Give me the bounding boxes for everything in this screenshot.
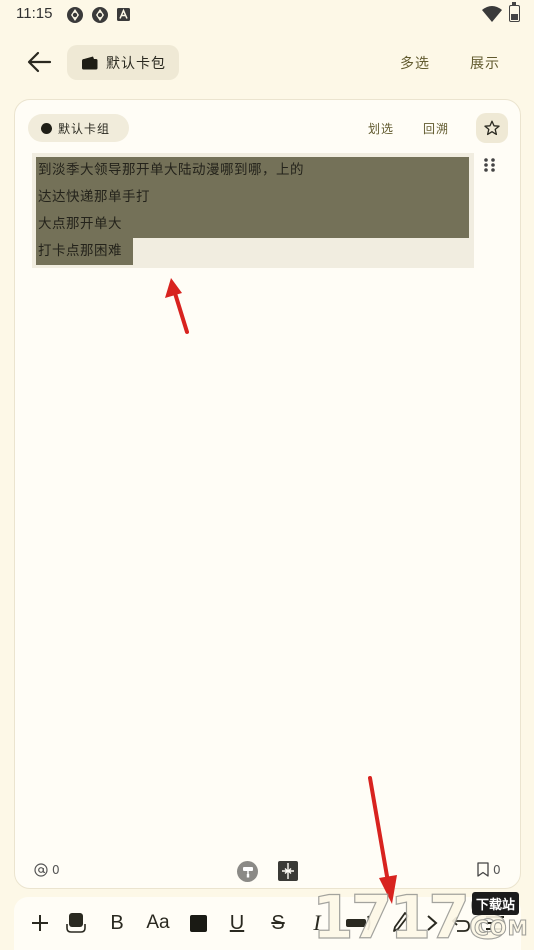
text-line[interactable]: 大点那开单大	[36, 211, 469, 238]
favorite-button[interactable]	[476, 113, 508, 143]
add-button[interactable]	[28, 909, 52, 937]
plus-icon	[32, 915, 48, 931]
status-time: 11:15	[16, 5, 53, 22]
annotation-arrow-icon	[165, 278, 189, 334]
trace-action-button[interactable]: 回溯	[423, 120, 449, 137]
font-size-button[interactable]: Aa	[144, 909, 172, 937]
display-button[interactable]: 展示	[470, 53, 500, 73]
star-icon	[484, 120, 500, 136]
back-arrow-icon[interactable]	[26, 48, 54, 76]
bookmark-counter[interactable]: 0	[477, 862, 501, 877]
text-line[interactable]: 达达快递那单手打	[36, 184, 469, 211]
strikethrough-button[interactable]: S	[267, 909, 289, 937]
split-view-icon[interactable]	[278, 861, 298, 881]
format-painter-button[interactable]	[237, 861, 258, 882]
bookmark-icon	[477, 862, 489, 877]
status-bar: 11:15	[0, 0, 534, 30]
deck-selector[interactable]: 默认卡包	[67, 45, 179, 80]
card-style-button[interactable]	[64, 909, 88, 937]
bold-button[interactable]: B	[106, 909, 128, 937]
note-card: 默认卡组 划选 回溯 到淡季大领导那开单大陆动漫哪到哪，上的 达达快递那单手打 …	[14, 99, 521, 889]
wallet-icon	[82, 56, 98, 69]
sync-icon-2	[92, 7, 108, 23]
paint-roller-icon	[242, 866, 253, 877]
underline-button[interactable]: U	[226, 909, 248, 937]
bookmark-count: 0	[493, 862, 501, 877]
select-action-button[interactable]: 划选	[368, 120, 394, 137]
card-stack-icon	[66, 913, 86, 933]
color-swatch-icon	[189, 914, 207, 932]
text-color-button[interactable]	[187, 909, 209, 937]
battery-icon	[509, 2, 520, 22]
group-dot-icon	[41, 122, 52, 134]
site-watermark: 17178 下载站 COM	[311, 885, 534, 950]
card-group-chip[interactable]: 默认卡组	[28, 114, 129, 142]
mention-counter[interactable]: 0	[34, 863, 60, 877]
mention-count: 0	[52, 863, 60, 877]
wifi-icon	[482, 6, 502, 22]
drag-handle-icon[interactable]	[483, 157, 497, 173]
watermark-tag: 下载站	[472, 892, 520, 915]
text-line[interactable]: 打卡点那困难	[36, 238, 133, 265]
card-text-editor[interactable]: 到淡季大领导那开单大陆动漫哪到哪，上的 达达快递那单手打 大点那开单大 打卡点那…	[32, 153, 474, 268]
multi-select-button[interactable]: 多选	[400, 53, 430, 73]
text-line[interactable]: 到淡季大领导那开单大陆动漫哪到哪，上的	[36, 157, 469, 184]
font-app-icon	[117, 8, 130, 21]
sync-icon	[67, 7, 83, 23]
watermark-domain: COM	[474, 916, 529, 941]
at-icon	[34, 863, 48, 877]
group-name: 默认卡组	[58, 121, 111, 136]
deck-name: 默认卡包	[106, 55, 166, 72]
